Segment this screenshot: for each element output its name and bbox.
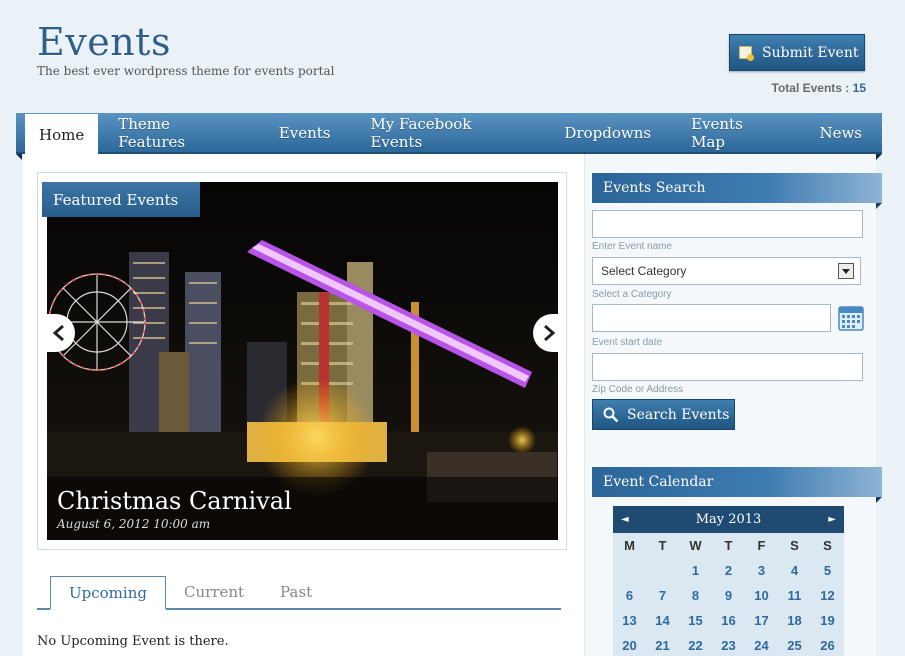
calendar-weekday: W	[689, 538, 702, 553]
calendar-day[interactable]: 18	[778, 608, 811, 633]
calendar-day[interactable]: 17	[745, 608, 778, 633]
submit-event-button[interactable]: Submit Event	[729, 34, 865, 71]
calendar-day[interactable]: 8	[679, 583, 712, 608]
total-events: Total Events : 15	[772, 81, 866, 95]
nav-item-theme-features[interactable]: Theme Features	[98, 113, 259, 152]
calendar-weekday: T	[658, 538, 667, 553]
calendar-day[interactable]: 11	[778, 583, 811, 608]
edit-note-icon	[739, 46, 754, 61]
calendar-day[interactable]: 6	[613, 583, 646, 608]
events-search-title: Events Search	[592, 173, 882, 209]
calendar-day[interactable]: 9	[712, 583, 745, 608]
event-name-hint: Enter Event name	[592, 241, 673, 252]
chevron-left-icon	[52, 324, 64, 342]
calendar-weekday: S	[790, 538, 799, 553]
category-hint: Select a Category	[592, 289, 672, 300]
calendar-day[interactable]: 1	[679, 558, 712, 583]
nav-item-my-facebook-events[interactable]: My Facebook Events	[350, 113, 544, 152]
event-date-hint: Event start date	[592, 337, 663, 348]
total-events-count: 15	[852, 81, 866, 95]
calendar-day[interactable]: 23	[712, 633, 745, 656]
chevron-right-icon	[544, 324, 556, 342]
submit-event-label: Submit Event	[762, 44, 859, 61]
calendar-day-empty	[613, 558, 646, 583]
calendar-day[interactable]: 26	[811, 633, 844, 656]
nav-item-events[interactable]: Events	[259, 113, 351, 152]
search-icon	[603, 407, 619, 422]
search-events-label: Search Events	[627, 406, 730, 423]
event-date-input[interactable]	[592, 304, 831, 332]
calendar-day[interactable]: 16	[712, 608, 745, 633]
zip-address-hint: Zip Code or Address	[592, 384, 684, 395]
nav-item-dropdowns[interactable]: Dropdowns	[544, 113, 671, 152]
search-events-button[interactable]: Search Events	[592, 399, 735, 430]
tab-current[interactable]: Current	[166, 576, 262, 608]
calendar-weekday: F	[757, 538, 766, 553]
calendar-day[interactable]: 24	[745, 633, 778, 656]
site-tagline: The best ever wordpress theme for events…	[37, 64, 335, 78]
empty-message: No Upcoming Event is there.	[37, 634, 229, 649]
calendar-next-month-button[interactable]: ►	[828, 514, 836, 525]
total-events-label: Total Events :	[771, 81, 853, 95]
nav-item-events-map[interactable]: Events Map	[671, 113, 799, 152]
calendar-day[interactable]: 10	[745, 583, 778, 608]
calendar-header: ◄ May 2013 ►	[613, 506, 844, 533]
calendar-day[interactable]: 14	[646, 608, 679, 633]
featured-events-label: Featured Events	[42, 182, 200, 217]
calendar-day[interactable]: 22	[679, 633, 712, 656]
calendar-day-empty	[646, 558, 679, 583]
calendar-grid: M T W T F S S 1 2 3 4 5 6 7 8 9 10 11 12 13 14 15 16 17 18 19 20 21…	[613, 533, 844, 656]
slide-event-date: August 6, 2012 10:00 am	[57, 517, 211, 531]
calendar-day[interactable]: 19	[811, 608, 844, 633]
site-title[interactable]: Events	[37, 20, 171, 64]
nav-item-home[interactable]: Home	[25, 114, 99, 155]
slide-caption: Christmas Carnival August 6, 2012 10:00 …	[47, 477, 558, 540]
featured-slide-image[interactable]: Christmas Carnival August 6, 2012 10:00 …	[47, 182, 558, 540]
calendar-day[interactable]: 21	[646, 633, 679, 656]
calendar-icon[interactable]	[838, 304, 864, 331]
category-select[interactable]: Select Category	[592, 257, 861, 285]
slider-next-button[interactable]	[533, 314, 565, 352]
tab-upcoming[interactable]: Upcoming	[50, 576, 166, 610]
event-calendar: ◄ May 2013 ► M T W T F S S 1 2 3 4 5 6 7 8 9 10 11 12 13 14 1…	[613, 506, 844, 656]
calendar-day[interactable]: 12	[811, 583, 844, 608]
calendar-day[interactable]: 3	[745, 558, 778, 583]
calendar-weekday: M	[624, 538, 635, 553]
calendar-day[interactable]: 7	[646, 583, 679, 608]
event-name-input[interactable]	[592, 210, 863, 238]
nav-item-news[interactable]: News	[799, 113, 882, 152]
calendar-day[interactable]: 5	[811, 558, 844, 583]
tab-past[interactable]: Past	[262, 576, 330, 608]
calendar-day[interactable]: 15	[679, 608, 712, 633]
calendar-prev-month-button[interactable]: ◄	[621, 514, 629, 525]
calendar-month: May 2013	[695, 512, 762, 527]
chevron-down-icon	[838, 263, 854, 279]
calendar-day[interactable]: 20	[613, 633, 646, 656]
calendar-day[interactable]: 25	[778, 633, 811, 656]
calendar-weekday: T	[724, 538, 733, 553]
calendar-day[interactable]: 4	[778, 558, 811, 583]
slide-event-title[interactable]: Christmas Carnival	[57, 487, 558, 515]
calendar-weekday: S	[823, 538, 832, 553]
calendar-day[interactable]: 13	[613, 608, 646, 633]
event-tabs: Upcoming Current Past	[37, 576, 561, 610]
event-calendar-title: Event Calendar	[592, 467, 882, 503]
zip-address-input[interactable]	[592, 353, 863, 381]
category-select-value: Select Category	[601, 264, 687, 278]
calendar-day[interactable]: 2	[712, 558, 745, 583]
main-nav: Home Theme Features Events My Facebook E…	[16, 113, 882, 160]
